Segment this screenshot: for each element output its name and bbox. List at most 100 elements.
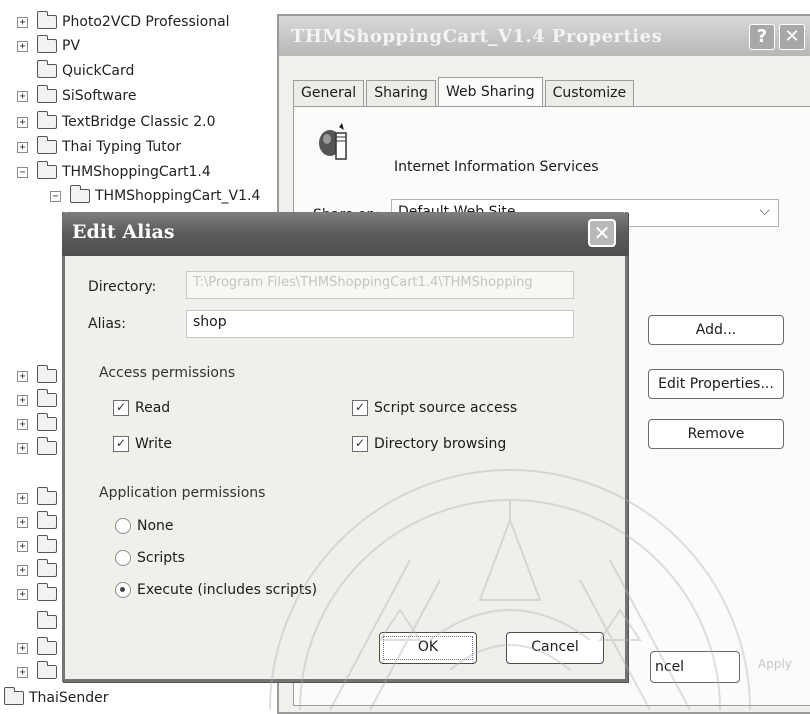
expand-toggle-icon[interactable]: + — [17, 516, 28, 528]
tab-customize[interactable]: Customize — [544, 80, 635, 106]
collapse-toggle-icon[interactable]: − — [17, 166, 28, 178]
expand-toggle-icon[interactable]: + — [17, 492, 28, 504]
expand-toggle-icon[interactable]: + — [17, 16, 28, 28]
expand-toggle-icon[interactable]: + — [17, 40, 28, 52]
write-label: Write — [135, 436, 172, 452]
application-permissions-label: Application permissions — [99, 485, 266, 501]
tree-item[interactable]: + — [17, 486, 62, 510]
remove-button[interactable]: Remove — [648, 419, 784, 449]
folder-icon — [69, 185, 90, 203]
tree-item[interactable]: + — [17, 412, 62, 436]
expand-toggle-icon[interactable]: + — [17, 666, 28, 678]
folder-icon — [36, 85, 57, 103]
close-button[interactable]: ✕ — [779, 24, 805, 50]
tree-item[interactable]: ThaiSender — [0, 686, 109, 710]
ok-button[interactable]: OK — [379, 632, 477, 664]
checkbox-checked-icon[interactable]: ✓ — [352, 400, 368, 416]
write-checkbox[interactable]: ✓ Write — [113, 436, 172, 452]
tree-item-label: PV — [62, 38, 81, 54]
tree-item[interactable]: QuickCard — [17, 59, 134, 83]
collapse-toggle-icon[interactable]: − — [50, 190, 61, 202]
tree-item-label: SiSoftware — [62, 88, 137, 104]
tree-item[interactable]: + — [17, 534, 62, 558]
tab-strip: General Sharing Web Sharing Customize — [293, 76, 636, 107]
tree-item[interactable]: − THMShoppingCart_V1.4 — [50, 184, 260, 208]
properties-titlebar[interactable]: THMShoppingCart_V1.4 Properties ? ✕ — [279, 16, 810, 56]
dialog-close-button[interactable]: ✕ — [588, 219, 616, 247]
directory-browsing-checkbox[interactable]: ✓ Directory browsing — [352, 436, 506, 452]
tab-sharing[interactable]: Sharing — [366, 80, 436, 106]
tree-item[interactable]: + PV — [17, 34, 80, 58]
folder-icon — [36, 60, 57, 78]
radio-unselected-icon[interactable] — [115, 550, 131, 566]
tree-item[interactable]: + SiSoftware — [17, 84, 137, 108]
tree-item[interactable]: + — [17, 388, 62, 412]
script-source-access-checkbox[interactable]: ✓ Script source access — [352, 400, 517, 416]
checkbox-checked-icon[interactable]: ✓ — [113, 400, 129, 416]
expand-toggle-icon[interactable]: + — [17, 90, 28, 102]
add-button[interactable]: Add... — [648, 315, 784, 345]
scripts-radio[interactable]: Scripts — [115, 550, 185, 566]
tree-item-label: ThaiSender — [29, 690, 109, 706]
expand-toggle-icon[interactable]: + — [17, 370, 28, 382]
chevron-down-icon[interactable]: ⌵ — [759, 203, 770, 219]
expand-toggle-icon[interactable]: + — [17, 394, 28, 406]
apply-button[interactable]: Apply — [750, 657, 800, 679]
alias-input[interactable]: shop — [186, 310, 574, 338]
expand-toggle-icon[interactable]: + — [17, 116, 28, 128]
tree-item[interactable]: + — [17, 636, 62, 660]
expand-toggle-icon[interactable]: + — [17, 540, 28, 552]
tree-item[interactable]: + — [17, 364, 62, 388]
folder-icon — [36, 661, 57, 679]
tree-item[interactable] — [17, 610, 62, 634]
folder-icon — [36, 535, 57, 553]
folder-icon — [36, 389, 57, 407]
read-checkbox[interactable]: ✓ Read — [113, 400, 170, 416]
cancel-button[interactable]: Cancel — [506, 632, 604, 664]
help-button[interactable]: ? — [749, 24, 775, 50]
folder-icon — [36, 437, 57, 455]
expand-toggle-icon[interactable]: + — [17, 141, 28, 153]
radio-selected-icon[interactable] — [115, 582, 131, 598]
folder-icon — [36, 487, 57, 505]
tree-item-label: THMShoppingCart_V1.4 — [95, 188, 261, 204]
edit-properties-button[interactable]: Edit Properties... — [648, 369, 784, 399]
folder-icon — [3, 687, 24, 705]
directory-field: T:\Program Files\THMShoppingCart1.4\THMS… — [186, 271, 574, 299]
folder-icon — [36, 413, 57, 431]
tree-item[interactable]: + TextBridge Classic 2.0 — [17, 110, 216, 134]
tab-general[interactable]: General — [293, 80, 365, 106]
expand-toggle-icon[interactable]: + — [17, 642, 28, 654]
folder-icon — [36, 161, 57, 179]
tree-item[interactable]: + — [17, 660, 62, 684]
execute-radio[interactable]: Execute (includes scripts) — [115, 582, 317, 598]
execute-label: Execute (includes scripts) — [137, 582, 318, 598]
tree-item-label: Photo2VCD Professional — [62, 14, 230, 30]
radio-unselected-icon[interactable] — [115, 518, 131, 534]
expand-toggle-icon[interactable]: + — [17, 442, 28, 454]
tab-web-sharing[interactable]: Web Sharing — [437, 77, 543, 107]
dialog-title: Edit Alias — [72, 221, 175, 243]
expand-toggle-icon[interactable]: + — [17, 564, 28, 576]
checkbox-checked-icon[interactable]: ✓ — [352, 436, 368, 452]
none-radio[interactable]: None — [115, 518, 174, 534]
tree-item[interactable]: + Thai Typing Tutor — [17, 135, 181, 159]
expand-toggle-icon[interactable]: + — [17, 418, 28, 430]
none-label: None — [137, 518, 174, 534]
scripts-label: Scripts — [137, 550, 185, 566]
script-source-access-label: Script source access — [374, 400, 518, 416]
tree-item[interactable]: + — [17, 558, 62, 582]
folder-icon — [36, 583, 57, 601]
tree-item[interactable]: + — [17, 510, 62, 534]
folder-icon — [36, 11, 57, 29]
expand-toggle-icon[interactable]: + — [17, 588, 28, 600]
dialog-titlebar[interactable]: Edit Alias ✕ — [62, 212, 628, 256]
checkbox-checked-icon[interactable]: ✓ — [113, 436, 129, 452]
properties-cancel-button[interactable]: ncel — [650, 651, 740, 683]
tree-item[interactable]: + — [17, 436, 62, 460]
tree-item[interactable]: − THMShoppingCart1.4 — [17, 160, 211, 184]
folder-icon — [36, 611, 57, 629]
tree-item[interactable]: + — [17, 582, 62, 606]
tree-item[interactable]: + Photo2VCD Professional — [17, 10, 230, 34]
folder-icon — [36, 35, 57, 53]
